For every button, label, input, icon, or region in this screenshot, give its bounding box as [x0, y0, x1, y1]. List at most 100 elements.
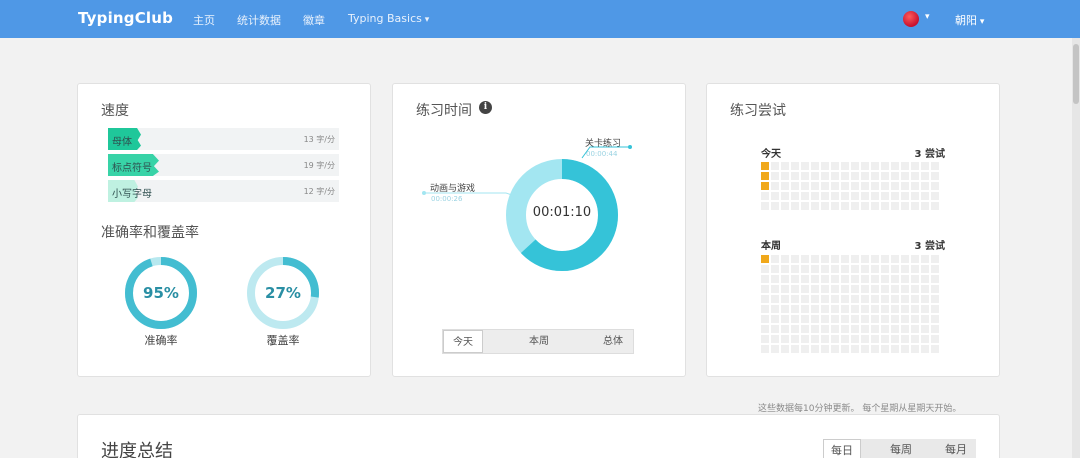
attempt-cell	[901, 192, 909, 200]
attempt-cell	[881, 182, 889, 190]
attempt-cell	[891, 305, 899, 313]
attempt-cell	[881, 265, 889, 273]
attempt-cell	[801, 335, 809, 343]
attempt-cell	[801, 305, 809, 313]
progress-summary-title: 进度总结	[101, 441, 173, 458]
attempt-cell	[871, 315, 879, 323]
attempt-cell	[781, 192, 789, 200]
tab-monthly[interactable]: 每月	[936, 439, 976, 458]
attempt-cell	[881, 162, 889, 170]
attempt-cell	[871, 255, 879, 263]
attempt-cell	[811, 345, 819, 353]
attempt-cell	[781, 182, 789, 190]
attempt-cell	[901, 255, 909, 263]
attempt-cell	[831, 172, 839, 180]
attempt-cell	[911, 192, 919, 200]
attempt-cell	[861, 162, 869, 170]
language-flag-icon[interactable]	[903, 11, 919, 27]
nav-stats[interactable]: 统计数据	[237, 12, 281, 28]
attempt-cell	[841, 192, 849, 200]
attempt-cell	[861, 265, 869, 273]
attempt-cell	[861, 192, 869, 200]
nav-course-dropdown[interactable]: Typing Basics	[348, 12, 429, 25]
page-scrollbar[interactable]	[1072, 38, 1080, 458]
attempt-cell	[871, 275, 879, 283]
attempt-cell	[831, 305, 839, 313]
attempt-cell	[791, 315, 799, 323]
attempt-cell	[871, 265, 879, 273]
attempt-cell	[791, 182, 799, 190]
attempt-cell	[911, 305, 919, 313]
chevron-down-icon[interactable]: ▾	[925, 12, 930, 22]
attempt-cell	[931, 172, 939, 180]
attempt-cell	[781, 255, 789, 263]
attempt-cell	[881, 285, 889, 293]
attempt-cell	[821, 202, 829, 210]
tab-week[interactable]: 本周	[519, 330, 559, 353]
attempt-cell	[911, 265, 919, 273]
attempt-cell	[901, 202, 909, 210]
attempt-cell	[821, 345, 829, 353]
attempt-cell	[771, 192, 779, 200]
attempt-cell	[911, 202, 919, 210]
attempt-cell	[761, 315, 769, 323]
attempt-cell	[861, 182, 869, 190]
attempt-cell	[911, 182, 919, 190]
attempt-cell	[861, 295, 869, 303]
nav-badges[interactable]: 徽章	[303, 12, 325, 28]
attempt-cell	[811, 255, 819, 263]
attempt-cell	[801, 182, 809, 190]
attempt-cell	[801, 162, 809, 170]
attempt-cell	[851, 345, 859, 353]
nav-home[interactable]: 主页	[193, 12, 215, 28]
attempt-cell	[801, 285, 809, 293]
attempt-cell	[861, 315, 869, 323]
attempt-cell	[801, 265, 809, 273]
attempt-cell	[771, 265, 779, 273]
tab-overall[interactable]: 总体	[593, 330, 633, 353]
speed-row-value: 13 字/分	[303, 135, 335, 144]
attempt-cell	[921, 265, 929, 273]
attempt-cell	[771, 182, 779, 190]
attempt-cell	[771, 315, 779, 323]
attempt-cell	[861, 275, 869, 283]
attempt-cell	[881, 295, 889, 303]
scrollbar-thumb[interactable]	[1073, 44, 1079, 104]
attempt-cell	[861, 335, 869, 343]
user-menu[interactable]: 朝阳	[955, 12, 984, 28]
tab-today[interactable]: 今天	[443, 330, 483, 353]
attempt-cell	[821, 275, 829, 283]
attempt-cell	[931, 255, 939, 263]
coverage-percent: 27%	[265, 284, 301, 302]
attempt-cell	[821, 325, 829, 333]
attempt-cell	[871, 285, 879, 293]
attempt-cell	[781, 172, 789, 180]
attempt-cell	[901, 335, 909, 343]
brand-logo[interactable]: TypingClub	[78, 9, 173, 27]
attempt-cell	[781, 202, 789, 210]
practice-total-time: 00:01:10	[532, 205, 592, 220]
attempt-cell	[761, 172, 769, 180]
practice-range-tabs: 今天 本周 总体	[442, 329, 634, 354]
tab-daily[interactable]: 每日	[823, 439, 861, 458]
attempt-cell	[921, 345, 929, 353]
attempt-cell	[821, 305, 829, 313]
attempt-cell	[811, 192, 819, 200]
info-icon[interactable]: i	[479, 101, 492, 114]
attempt-cell	[771, 305, 779, 313]
accuracy-label: 准确率	[144, 334, 178, 347]
attempt-cell	[881, 255, 889, 263]
attempt-cell	[831, 325, 839, 333]
attempts-today-grid	[761, 162, 939, 210]
attempt-cell	[851, 275, 859, 283]
attempt-cell	[811, 202, 819, 210]
attempt-cell	[911, 315, 919, 323]
tab-weekly[interactable]: 每周	[881, 439, 921, 458]
attempt-cell	[911, 162, 919, 170]
attempt-cell	[851, 202, 859, 210]
attempt-cell	[921, 295, 929, 303]
attempt-cell	[841, 305, 849, 313]
callout-games-name: 动画与游戏	[430, 184, 476, 194]
attempt-cell	[821, 295, 829, 303]
attempt-cell	[771, 202, 779, 210]
